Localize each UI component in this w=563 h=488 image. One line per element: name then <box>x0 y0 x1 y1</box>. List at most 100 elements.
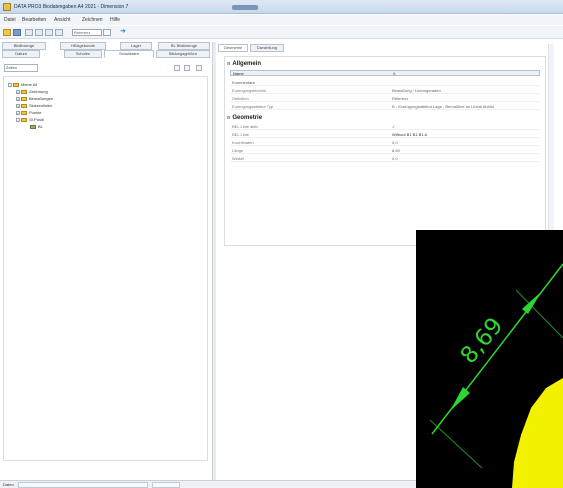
menu-view[interactable]: Ansicht <box>54 17 70 23</box>
tree-node[interactable]: + Punkte <box>16 110 41 116</box>
dimension-drawing: 8,69 <box>429 263 563 488</box>
refresh-icon[interactable] <box>196 65 202 71</box>
tree-node[interactable]: + Skizzenlinien <box>16 103 52 109</box>
property-value[interactable]: B <box>393 71 396 77</box>
property-row[interactable]: Name B <box>230 70 540 76</box>
menu-draw[interactable]: Zeichnen <box>82 17 103 23</box>
tree-node-label: Skizzenlinien <box>29 103 53 108</box>
tree-filter-dropdown[interactable]: Zeilen <box>4 64 38 72</box>
grid-icon[interactable] <box>45 29 53 36</box>
undo-icon[interactable] <box>25 29 33 36</box>
status-field[interactable] <box>18 482 148 488</box>
reference-dropdown[interactable] <box>103 29 111 36</box>
tree-toggle-icon[interactable]: + <box>16 96 20 101</box>
property-key: Winkel <box>232 156 245 161</box>
settings-icon[interactable] <box>55 29 63 36</box>
tree-toggle-icon[interactable]: + <box>16 89 20 94</box>
section-general[interactable]: ⊟ Allgemein <box>227 60 261 67</box>
tree-node[interactable]: BL <box>30 124 43 130</box>
property-key: Name <box>233 71 244 76</box>
left-tabs-row2: Datum Schulen Schuldaten Bildungsgrößen <box>0 50 215 58</box>
section-title: Geometrie <box>232 115 263 121</box>
tab-schulen[interactable]: Schulen <box>64 50 102 58</box>
tree-node[interactable]: - Gl.Positi <box>16 117 44 123</box>
object-icon <box>30 124 36 129</box>
tab-lager[interactable]: Lager <box>120 42 152 50</box>
property-row[interactable]: Definition Referenz <box>230 96 540 102</box>
title-bar: DATA PRO3 Biodatengaben A4 2021 - Dimens… <box>0 0 563 14</box>
tree-node[interactable]: - Meine All <box>8 82 37 88</box>
object-tree: - Meine All + Zeichnung + Bemaßungen + Skizz… <box>3 76 208 461</box>
tree-node[interactable]: + Zeichnung <box>16 89 48 95</box>
property-key: Länge <box>232 148 244 153</box>
property-row[interactable]: Kommentare <box>230 80 540 86</box>
status-field[interactable] <box>152 482 180 488</box>
property-row[interactable]: Winkel 0,0 <box>230 156 540 162</box>
tree-node-label: BL <box>38 124 43 129</box>
folder-icon <box>21 117 27 122</box>
tab-bl-bildlinienge[interactable]: BL Bildlinienge <box>158 42 210 50</box>
reference-input[interactable]: Referenz <box>72 29 102 36</box>
window-title: DATA PRO3 Biodatengaben A4 2021 - Dimens… <box>14 4 129 10</box>
property-value[interactable]: B - Erzeugungsattribut Lage - Bemaßline … <box>392 104 494 110</box>
property-row[interactable]: Länge 8,69 <box>230 148 540 154</box>
property-row[interactable]: Koordinaten 0,0 <box>230 140 540 146</box>
tree-toggle-icon[interactable]: - <box>8 82 12 87</box>
collapse-icon[interactable] <box>184 65 190 71</box>
property-row[interactable]: BEL Linie aktiv ✓ <box>230 124 540 130</box>
property-row[interactable]: Erzeugungstechnik Bemaßung / Lineargerad… <box>230 88 540 94</box>
menu-file[interactable]: Datei <box>4 17 16 23</box>
tree-header: Zeilen <box>2 64 213 73</box>
property-key: Kommentare <box>232 80 255 85</box>
yellow-shape <box>512 378 563 488</box>
tab-hbagebunde[interactable]: HBAgebunde <box>60 42 106 50</box>
property-row[interactable]: BEL Linie Without B1 B1 B1 A <box>230 132 540 138</box>
property-value[interactable]: Bemaßung / Lineargeraden <box>392 88 441 94</box>
tree-node-label: Meine All <box>21 82 38 87</box>
arrow-head-icon <box>522 291 542 314</box>
tree-toggle-icon[interactable]: - <box>16 117 20 122</box>
property-key: Erzeugungstechnik <box>232 88 267 93</box>
tab-darstellung[interactable]: Darstellung <box>250 44 284 52</box>
collapse-icon[interactable]: ⊟ <box>227 115 230 120</box>
property-key: Koordinaten <box>232 140 254 145</box>
tab-datum[interactable]: Datum <box>2 50 40 58</box>
tab-bildungsgroessen[interactable]: Bildungsgrößen <box>156 50 210 58</box>
tree-node[interactable]: + Bemaßungen <box>16 96 53 102</box>
property-key: BEL Linie aktiv <box>232 124 259 129</box>
tree-toggle-icon[interactable]: + <box>16 110 20 115</box>
section-geometry[interactable]: ⊟ Geometrie <box>227 114 262 121</box>
tree-toggle-icon[interactable]: + <box>16 103 20 108</box>
app-icon <box>3 3 11 11</box>
property-value[interactable]: Referenz <box>392 96 408 102</box>
open-folder-icon[interactable] <box>3 29 11 36</box>
tree-node-label: Bemaßungen <box>29 96 54 101</box>
property-grid: ⊟ Allgemein Name B Kommentare Erzeugungst… <box>224 56 546 246</box>
apply-arrow-icon[interactable]: ➜ <box>120 27 128 35</box>
property-value[interactable]: 0,0 <box>392 156 398 162</box>
tab-bildlinienge[interactable]: Bildlinienge <box>2 42 46 50</box>
cad-viewport[interactable]: 8,69 <box>416 230 563 488</box>
save-icon[interactable] <box>13 29 21 36</box>
pane-splitter[interactable] <box>212 42 216 482</box>
property-value[interactable]: 0,0 <box>392 140 398 146</box>
toolbar: Referenz ➜ <box>0 26 563 39</box>
tree-node-label: Gl.Positi <box>29 117 44 122</box>
extension-line <box>515 289 563 339</box>
property-value[interactable]: Without B1 B1 B1 A <box>392 132 427 138</box>
property-row[interactable]: Erzeugungsattribut Typ B - Erzeugungsatt… <box>230 104 540 110</box>
checkbox-checked-icon[interactable]: ✓ <box>392 124 395 130</box>
property-value[interactable]: 8,69 <box>392 148 400 154</box>
tab-geometrie[interactable]: Geometrie <box>218 44 248 52</box>
menu-help[interactable]: Hilfe <box>110 17 120 23</box>
arrow-head-icon <box>450 387 470 411</box>
property-key: BEL Linie <box>232 132 249 137</box>
tab-schuldaten[interactable]: Schuldaten <box>104 50 154 58</box>
left-tabs-row1: Bildlinienge HBAgebunde Lager BL Bildlin… <box>0 42 215 50</box>
folder-icon <box>21 110 27 115</box>
redo-icon[interactable] <box>35 29 43 36</box>
menu-edit[interactable]: Bearbeiten <box>22 17 46 23</box>
collapse-icon[interactable]: ⊟ <box>227 61 230 66</box>
expand-icon[interactable] <box>174 65 180 71</box>
tree-node-label: Punkte <box>29 110 42 115</box>
